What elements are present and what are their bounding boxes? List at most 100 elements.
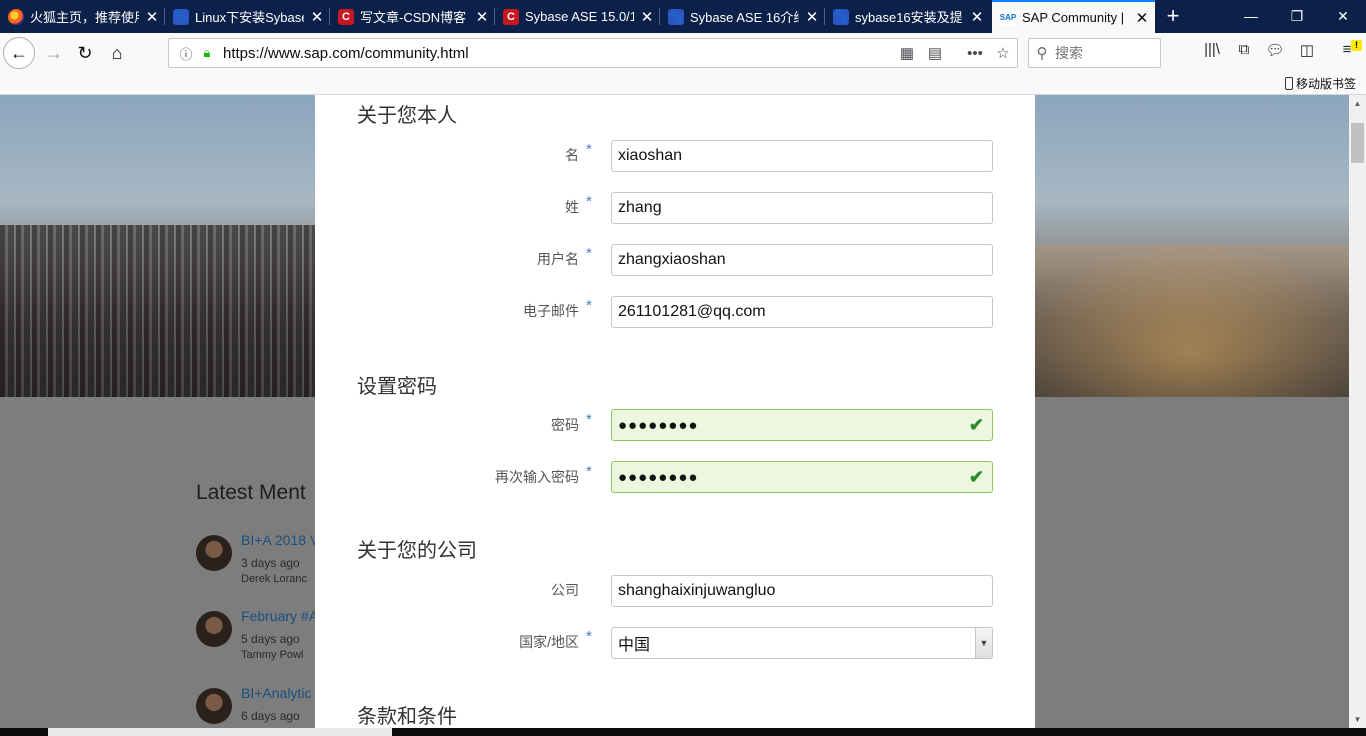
- page-actions-icon[interactable]: •••: [961, 45, 989, 62]
- taskbar-segment: [48, 728, 392, 736]
- close-tab-icon[interactable]: ✕: [634, 8, 660, 26]
- required-marker: *: [586, 411, 592, 428]
- restore-button[interactable]: ❐: [1274, 0, 1320, 33]
- close-tab-icon[interactable]: ✕: [799, 8, 825, 26]
- tab-sybase-ase-16[interactable]: 🐾 Sybase ASE 16介绍 ✕: [660, 0, 825, 33]
- mention-date: 5 days ago: [241, 632, 300, 646]
- first-name-field[interactable]: xiaoshan: [611, 140, 993, 172]
- search-box[interactable]: ⚲: [1028, 38, 1161, 68]
- tab-sybase-ase-15[interactable]: C Sybase ASE 15.0/1 ✕: [495, 0, 660, 33]
- checkmark-icon: ✔: [968, 467, 984, 487]
- required-marker: *: [586, 463, 592, 480]
- reader-view-icon[interactable]: ▤: [921, 44, 949, 62]
- info-icon[interactable]: ⓘ: [175, 44, 197, 63]
- forward-button[interactable]: →: [38, 37, 70, 69]
- tab-firefox-home[interactable]: 火狐主页，推荐使用 ✕: [0, 0, 165, 33]
- close-tab-icon[interactable]: ✕: [1129, 9, 1155, 27]
- mention-author: Derek Loranc: [241, 573, 308, 585]
- email-value: 261101281@qq.com: [618, 303, 766, 320]
- mobile-bookmarks[interactable]: 移动版书签: [1284, 75, 1356, 92]
- country-select[interactable]: 中国 ▼: [611, 627, 993, 659]
- tab-title: 写文章-CSDN博客: [360, 10, 467, 25]
- scroll-down-icon[interactable]: ▼: [1349, 711, 1366, 728]
- mention-item[interactable]: BI+Analytic 6 days ago: [196, 685, 326, 728]
- chevron-down-icon[interactable]: ▼: [975, 628, 992, 658]
- tab-linux-sybase[interactable]: 🐾 Linux下安装Sybase ✕: [165, 0, 330, 33]
- tab-title: Sybase ASE 15.0/1: [525, 9, 634, 24]
- page-scrollbar[interactable]: ▲ ▼: [1349, 95, 1366, 728]
- avatar: [196, 535, 232, 571]
- chat-icon[interactable]: 💬︎: [1262, 41, 1288, 65]
- new-tab-button[interactable]: +: [1159, 0, 1187, 33]
- mention-item[interactable]: BI+A 2018 V 3 days ago Derek Loranc: [196, 532, 326, 595]
- email-field[interactable]: 261101281@qq.com: [611, 296, 993, 328]
- bookmarks-toolbar: 移动版书签: [0, 73, 1366, 95]
- mention-date: 6 days ago: [241, 709, 300, 723]
- section-title-terms: 条款和条件: [357, 706, 457, 728]
- reload-button[interactable]: ↻: [69, 37, 101, 69]
- close-tab-icon[interactable]: ✕: [469, 8, 495, 26]
- back-button[interactable]: ←: [3, 37, 35, 69]
- last-name-value: zhang: [618, 199, 662, 216]
- library-icon[interactable]: |||\: [1199, 41, 1225, 65]
- required-marker: *: [586, 141, 592, 158]
- close-tab-icon[interactable]: ✕: [304, 8, 330, 26]
- tab-title: SAP Community |: [1022, 10, 1125, 25]
- confirm-password-label: 再次输入密码: [495, 469, 579, 485]
- required-marker: *: [586, 628, 592, 645]
- tab-title: sybase16安装及提: [855, 10, 963, 25]
- arrow-left-icon: ←: [10, 42, 28, 63]
- tab-csdn-write[interactable]: C 写文章-CSDN博客 ✕: [330, 0, 495, 33]
- last-name-field[interactable]: zhang: [611, 192, 993, 224]
- username-value: zhangxiaoshan: [618, 251, 726, 268]
- mention-title[interactable]: BI+Analytic: [241, 685, 311, 701]
- close-tab-icon[interactable]: ✕: [964, 8, 990, 26]
- paw-icon: 🐾: [173, 8, 189, 25]
- paw-icon: 🐾: [833, 8, 849, 25]
- first-name-value: xiaoshan: [618, 147, 683, 164]
- url-bar[interactable]: ⓘ 🔒︎ https://www.sap.com/community.html …: [168, 38, 1018, 68]
- url-text[interactable]: https://www.sap.com/community.html: [223, 45, 893, 62]
- country-value: 中国: [618, 637, 651, 654]
- tab-sybase16-install[interactable]: 🐾 sybase16安装及提 ✕: [825, 0, 990, 33]
- username-field[interactable]: zhangxiaoshan: [611, 244, 993, 276]
- password-value: ●●●●●●●●: [618, 416, 699, 434]
- minimize-button[interactable]: —: [1228, 0, 1274, 33]
- first-name-label: 名: [565, 147, 579, 163]
- phone-icon: [1284, 77, 1293, 90]
- company-field[interactable]: shanghaixinjuwangluo: [611, 575, 993, 607]
- latest-mentions-heading: Latest Ment: [196, 481, 306, 504]
- password-field[interactable]: ●●●●●●●● ✔: [611, 409, 993, 441]
- bookmark-star-icon[interactable]: ☆: [989, 44, 1017, 62]
- firefox-icon: [8, 8, 24, 25]
- mention-date: 3 days ago: [241, 556, 300, 570]
- home-button[interactable]: ⌂: [101, 37, 133, 69]
- close-tab-icon[interactable]: ✕: [139, 8, 165, 26]
- scroll-up-icon[interactable]: ▲: [1349, 95, 1366, 112]
- company-label: 公司: [551, 582, 579, 598]
- tab-title: Linux下安装Sybase: [195, 10, 304, 25]
- mention-title[interactable]: February #A: [241, 608, 318, 624]
- avatar: [196, 688, 232, 724]
- last-name-label: 姓: [565, 199, 579, 215]
- page-viewport: Latest Ment BI+A 2018 V 3 days ago Derek…: [0, 95, 1349, 728]
- email-label: 电子邮件: [523, 303, 579, 319]
- mention-author: Tammy Powl: [241, 649, 304, 661]
- sunset-skyline-image: [1035, 245, 1349, 397]
- sidebar-icon[interactable]: ◫: [1294, 41, 1320, 65]
- registration-dialog: 关于您本人 名 * xiaoshan 姓 * zhang 用户名 * zhang…: [315, 95, 1035, 728]
- country-label: 国家/地区: [519, 634, 579, 650]
- mention-title[interactable]: BI+A 2018 V: [241, 532, 319, 548]
- screenshot-icon[interactable]: ⧉: [1231, 41, 1257, 65]
- scrollbar-thumb[interactable]: [1351, 123, 1364, 163]
- avatar: [196, 611, 232, 647]
- tab-title: Sybase ASE 16介绍: [690, 10, 799, 25]
- close-window-button[interactable]: ✕: [1320, 0, 1366, 33]
- required-marker: *: [586, 193, 592, 210]
- qr-code-icon[interactable]: ▦: [893, 44, 921, 62]
- tab-sap-community[interactable]: SAP SAP Community | ✕: [992, 0, 1155, 33]
- confirm-password-field[interactable]: ●●●●●●●● ✔: [611, 461, 993, 493]
- mobile-bookmarks-label: 移动版书签: [1295, 77, 1356, 91]
- search-input[interactable]: [1055, 45, 1151, 61]
- mention-item[interactable]: February #A 5 days ago Tammy Powl: [196, 608, 326, 671]
